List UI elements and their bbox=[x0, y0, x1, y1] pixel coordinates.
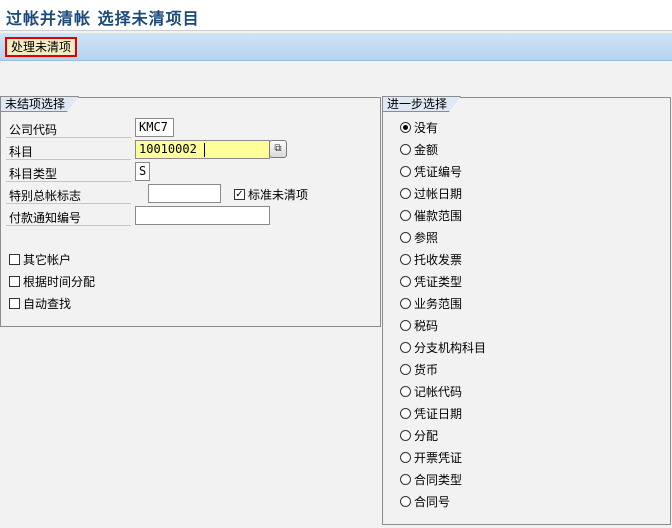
radio-icon bbox=[400, 143, 411, 155]
special-gl-indicator-field[interactable] bbox=[148, 184, 221, 203]
further-selection-radio[interactable]: 税码 bbox=[400, 316, 438, 334]
further-selection-label: 催款范围 bbox=[414, 208, 463, 223]
further-selection-label: 业务范围 bbox=[414, 296, 463, 311]
further-selection-radio[interactable]: 合同号 bbox=[400, 492, 450, 510]
account-value: 10010002 bbox=[139, 142, 197, 156]
process-open-items-button[interactable]: 处理未清项 bbox=[5, 37, 78, 57]
company-code-field[interactable]: KMC7 bbox=[135, 118, 174, 137]
checkbox-icon bbox=[9, 253, 20, 265]
radio-icon bbox=[400, 253, 411, 265]
divider bbox=[6, 181, 131, 182]
checkbox-icon bbox=[9, 297, 20, 309]
further-selection-radio[interactable]: 记帐代码 bbox=[400, 382, 462, 400]
radio-icon bbox=[400, 319, 411, 331]
further-selection-radio[interactable]: 合同类型 bbox=[400, 470, 462, 488]
further-selection-label: 合同类型 bbox=[414, 472, 463, 487]
further-selection-radio[interactable]: 参照 bbox=[400, 228, 438, 246]
other-accounts-label: 其它帐户 bbox=[23, 252, 72, 267]
further-selection-label: 没有 bbox=[414, 120, 439, 135]
radio-icon bbox=[400, 473, 411, 485]
further-selection-radio[interactable]: 托收发票 bbox=[400, 250, 462, 268]
special-gl-indicator-label: 特别总帐标志 bbox=[9, 189, 82, 203]
open-item-selection-group: 未结项选择 公司代码 KMC7 科目 10010002 ⧉ 科目类型 S 特别总… bbox=[0, 97, 381, 327]
further-selection-radio[interactable]: 分支机构科目 bbox=[400, 338, 486, 356]
account-field[interactable]: 10010002 bbox=[135, 140, 270, 159]
open-item-selection-tab: 未结项选择 bbox=[0, 96, 79, 112]
further-selection-label: 金额 bbox=[414, 142, 439, 157]
divider bbox=[6, 137, 131, 138]
further-selection-label: 开票凭证 bbox=[414, 450, 463, 465]
further-selection-radio[interactable]: 业务范围 bbox=[400, 294, 462, 312]
radio-icon bbox=[400, 451, 411, 463]
further-selection-radio[interactable]: 没有 bbox=[400, 118, 438, 136]
title-bar: 过帐并清帐 选择未清项目 bbox=[0, 0, 672, 31]
further-selection-label: 凭证编号 bbox=[414, 164, 463, 179]
further-selection-label: 分支机构科目 bbox=[414, 340, 487, 355]
further-selection-radio[interactable]: 凭证日期 bbox=[400, 404, 462, 422]
radio-icon bbox=[400, 341, 411, 353]
further-selection-label: 凭证日期 bbox=[414, 406, 463, 421]
application-toolbar: 处理未清项 bbox=[0, 33, 672, 61]
radio-icon bbox=[400, 275, 411, 287]
radio-icon bbox=[400, 407, 411, 419]
radio-icon bbox=[400, 187, 411, 199]
further-selection-radio[interactable]: 金额 bbox=[400, 140, 438, 158]
further-selection-radio[interactable]: 催款范围 bbox=[400, 206, 462, 224]
radio-icon bbox=[400, 495, 411, 507]
automatic-search-checkbox[interactable]: 自动查找 bbox=[9, 294, 71, 312]
distribute-by-age-checkbox[interactable]: 根据时间分配 bbox=[9, 272, 95, 290]
further-selection-label: 托收发票 bbox=[414, 252, 463, 267]
radio-icon bbox=[400, 165, 411, 177]
further-selection-group: 进一步选择 没有金额凭证编号过帐日期催款范围参照托收发票凭证类型业务范围税码分支… bbox=[382, 97, 671, 525]
other-accounts-checkbox[interactable]: 其它帐户 bbox=[9, 250, 71, 268]
further-selection-label: 货币 bbox=[414, 362, 439, 377]
company-code-label: 公司代码 bbox=[9, 123, 58, 137]
radio-icon bbox=[400, 363, 411, 375]
further-selection-radio[interactable]: 凭证编号 bbox=[400, 162, 462, 180]
further-selection-label: 合同号 bbox=[414, 494, 451, 509]
divider bbox=[6, 203, 131, 204]
standard-open-items-checkbox[interactable]: ✓ 标准未清项 bbox=[234, 185, 308, 203]
checkbox-icon bbox=[9, 275, 20, 287]
further-selection-tab: 进一步选择 bbox=[382, 96, 461, 112]
f4-help-icon[interactable]: ⧉ bbox=[269, 140, 287, 158]
further-selection-radio[interactable]: 分配 bbox=[400, 426, 438, 444]
radio-icon bbox=[400, 209, 411, 221]
radio-icon bbox=[400, 297, 411, 309]
further-selection-label: 记帐代码 bbox=[414, 384, 463, 399]
further-selection-label: 税码 bbox=[414, 318, 439, 333]
further-selection-label: 凭证类型 bbox=[414, 274, 463, 289]
divider bbox=[6, 225, 131, 226]
radio-icon bbox=[400, 121, 411, 133]
automatic-search-label: 自动查找 bbox=[23, 296, 72, 311]
payment-advice-field[interactable] bbox=[135, 206, 270, 225]
page-title: 过帐并清帐 选择未清项目 bbox=[6, 9, 200, 28]
further-selection-label: 过帐日期 bbox=[414, 186, 463, 201]
account-label: 科目 bbox=[9, 145, 34, 159]
account-type-field[interactable]: S bbox=[135, 162, 150, 181]
further-selection-radio[interactable]: 开票凭证 bbox=[400, 448, 462, 466]
distribute-by-age-label: 根据时间分配 bbox=[23, 274, 96, 289]
radio-icon bbox=[400, 429, 411, 441]
further-selection-label: 参照 bbox=[414, 230, 439, 245]
payment-advice-label: 付款通知编号 bbox=[9, 211, 82, 225]
further-selection-radio[interactable]: 货币 bbox=[400, 360, 438, 378]
standard-open-items-label: 标准未清项 bbox=[248, 187, 309, 202]
text-cursor bbox=[204, 143, 205, 157]
divider bbox=[6, 159, 131, 160]
account-type-label: 科目类型 bbox=[9, 167, 58, 181]
checkbox-checked-icon: ✓ bbox=[234, 188, 245, 200]
further-selection-radio[interactable]: 凭证类型 bbox=[400, 272, 462, 290]
further-selection-radio[interactable]: 过帐日期 bbox=[400, 184, 462, 202]
further-selection-label: 分配 bbox=[414, 428, 439, 443]
radio-icon bbox=[400, 385, 411, 397]
radio-icon bbox=[400, 231, 411, 243]
